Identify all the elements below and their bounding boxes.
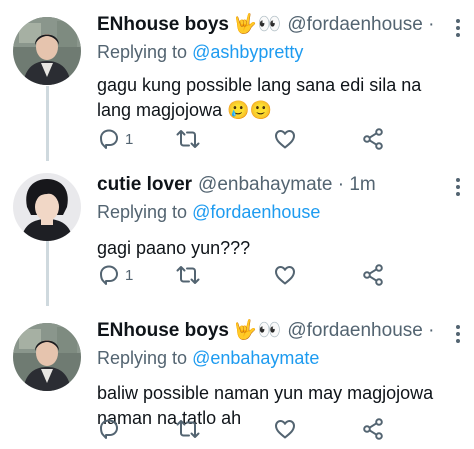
tweet-actions: 1	[97, 126, 460, 152]
reply-icon	[100, 129, 118, 149]
tweet-text-line: lang magjojowa 🥲🙂	[97, 100, 272, 120]
avatar-photo	[13, 17, 81, 85]
tweet-header: ENhouse boys 🤟 👀 @fordaenhouse · ...	[97, 12, 439, 38]
tweet[interactable]: ENhouse boys 🤟 👀 @fordaenhouse · ... Rep…	[0, 0, 474, 160]
share-button[interactable]	[361, 262, 385, 288]
share-icon	[363, 128, 383, 150]
tweet-text-line: baliw possible naman yun may magjojowa	[97, 383, 434, 403]
like-icon	[275, 266, 295, 285]
more-icon[interactable]	[450, 325, 466, 343]
display-name[interactable]: ENhouse boys	[97, 13, 229, 37]
eyes-emoji: 👀	[257, 14, 282, 35]
like-icon	[275, 130, 295, 149]
replying-to-link[interactable]: @enbahaymate	[192, 348, 319, 368]
eyes-emoji: 👀	[257, 320, 282, 341]
rock-hand-emoji: 🤟	[232, 320, 257, 341]
reply-button[interactable]: 1	[97, 126, 133, 152]
tweet-text-line: gagi paano yun???	[97, 238, 251, 258]
user-handle[interactable]: @enbahaymate · 1m	[198, 173, 376, 197]
tweet-header: cutie lover @enbahaymate · 1m	[97, 172, 439, 198]
retweet-button[interactable]	[175, 416, 205, 442]
tweet-header: ENhouse boys 🤟 👀 @fordaenhouse · ...	[97, 318, 439, 344]
more-icon[interactable]	[450, 178, 466, 196]
replying-to-label: Replying to	[97, 348, 188, 368]
retweet-icon	[176, 266, 200, 284]
share-button[interactable]	[361, 416, 385, 442]
user-handle[interactable]: @fordaenhouse · ...	[287, 13, 439, 37]
tweet-actions: 1	[97, 262, 460, 288]
retweet-button[interactable]	[175, 126, 205, 152]
retweet-icon	[176, 420, 200, 438]
replying-to: Replying to @fordaenhouse	[97, 200, 460, 224]
reply-icon	[100, 419, 118, 439]
like-icon	[275, 420, 295, 439]
reply-thread: ENhouse boys 🤟 👀 @fordaenhouse · ... Rep…	[0, 0, 474, 449]
like-button[interactable]	[273, 262, 301, 288]
replying-to-label: Replying to	[97, 42, 188, 62]
reply-button[interactable]	[97, 416, 125, 442]
tweet-text-line: gagu kung possible lang sana edi sila na	[97, 75, 422, 95]
avatar[interactable]	[13, 173, 81, 241]
rock-hand-emoji: 🤟	[232, 14, 257, 35]
reply-button[interactable]: 1	[97, 262, 133, 288]
more-icon[interactable]	[450, 19, 466, 37]
replying-to: Replying to @ashbypretty	[97, 40, 460, 64]
avatar[interactable]	[13, 17, 81, 85]
reply-count: 1	[125, 130, 134, 148]
tweet-text: gagu kung possible lang sana edi sila na…	[97, 73, 460, 123]
retweet-icon	[176, 130, 200, 148]
replying-to-link[interactable]: @ashbypretty	[192, 42, 303, 62]
name-emoji: 🤟 👀	[233, 319, 281, 343]
replying-to: Replying to @enbahaymate	[97, 346, 460, 370]
user-handle[interactable]: @fordaenhouse · ...	[287, 319, 439, 343]
replying-to-link[interactable]: @fordaenhouse	[192, 202, 320, 222]
reply-icon	[100, 265, 118, 285]
display-name[interactable]: ENhouse boys	[97, 319, 229, 343]
share-icon	[363, 418, 383, 440]
tweet[interactable]: cutie lover @enbahaymate · 1m Replying t…	[0, 160, 474, 306]
avatar-photo	[13, 323, 81, 391]
tweet[interactable]: ENhouse boys 🤟 👀 @fordaenhouse · ... Rep…	[0, 306, 474, 449]
share-icon	[363, 264, 383, 286]
like-button[interactable]	[273, 416, 301, 442]
like-button[interactable]	[273, 126, 301, 152]
display-name[interactable]: cutie lover	[97, 173, 192, 197]
name-emoji: 🤟 👀	[233, 13, 281, 37]
tweet-text: gagi paano yun???	[97, 236, 460, 261]
replying-to-label: Replying to	[97, 202, 188, 222]
share-button[interactable]	[361, 126, 385, 152]
avatar-photo	[13, 173, 81, 241]
tweet-actions	[97, 416, 460, 442]
retweet-button[interactable]	[175, 262, 205, 288]
reply-count: 1	[125, 266, 134, 284]
avatar[interactable]	[13, 323, 81, 391]
